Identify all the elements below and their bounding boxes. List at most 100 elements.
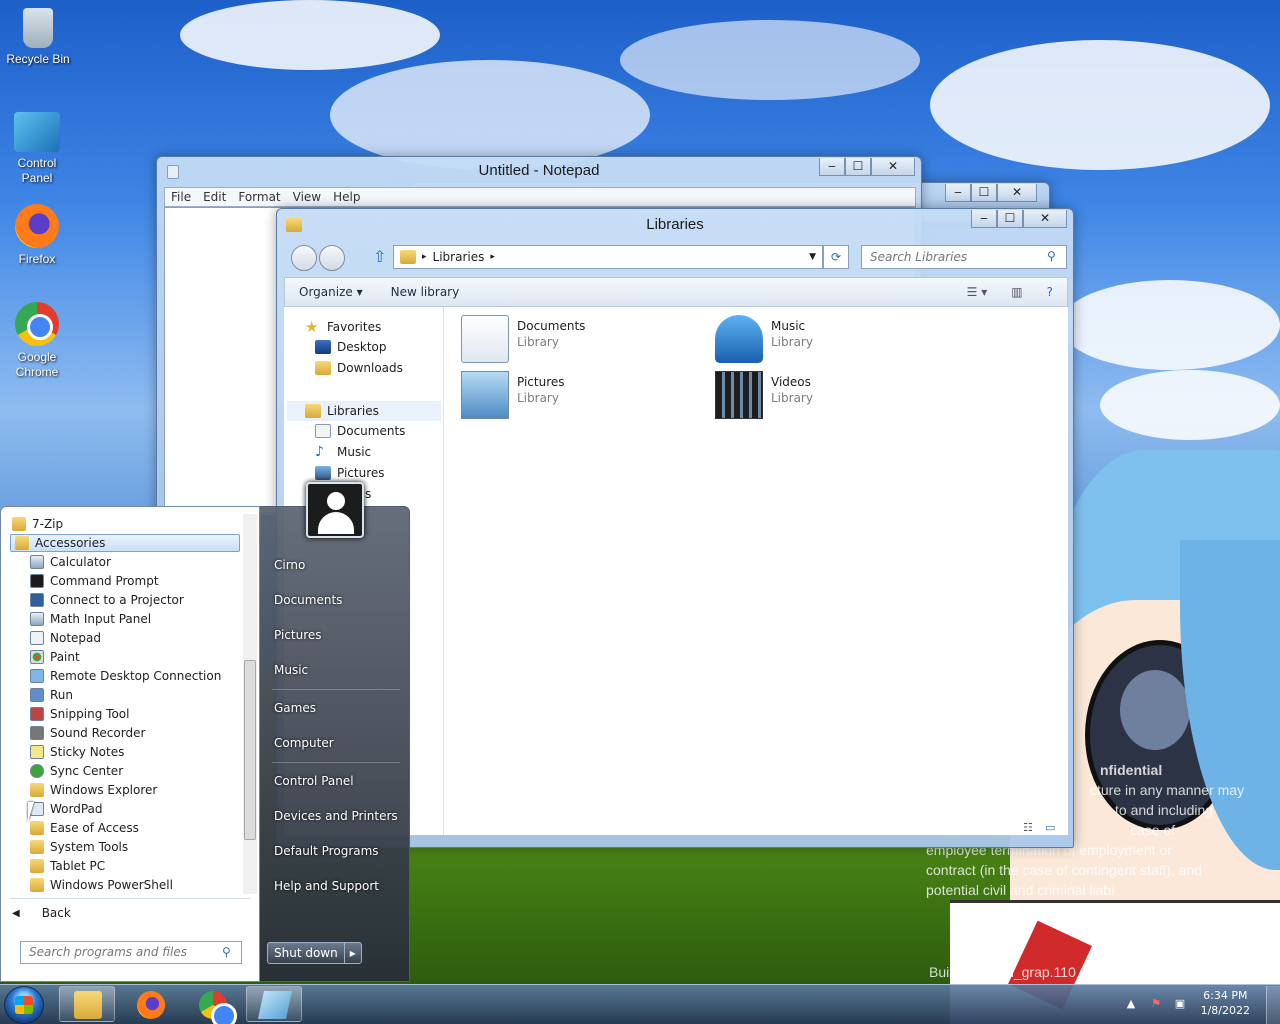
program-accessories-folder[interactable]: Accessories — [10, 534, 240, 552]
program-calculator[interactable]: Calculator — [30, 553, 111, 571]
user-avatar[interactable] — [306, 482, 364, 538]
start-control-panel[interactable]: Control Panel — [274, 774, 354, 788]
refresh-button[interactable]: ⟳ — [823, 245, 849, 269]
menu-view[interactable]: View — [287, 188, 327, 206]
program-math-input-panel[interactable]: Math Input Panel — [30, 610, 151, 628]
start-pictures[interactable]: Pictures — [274, 628, 322, 642]
program-7zip-folder[interactable]: 7-Zip — [12, 515, 63, 533]
program-snipping-tool[interactable]: Snipping Tool — [30, 705, 129, 723]
preview-pane-icon[interactable]: ▥ — [1011, 285, 1022, 299]
desktop-icon-label: Firefox — [18, 252, 56, 266]
nav-music[interactable]: ♪ Music — [315, 445, 371, 459]
library-pictures[interactable]: Pictures Library — [461, 371, 565, 419]
program-remote-desktop[interactable]: Remote Desktop Connection — [30, 667, 221, 685]
taskbar-notepad[interactable] — [246, 986, 302, 1022]
program-command-prompt[interactable]: Command Prompt — [30, 572, 159, 590]
program-system-tools-folder[interactable]: System Tools — [30, 838, 128, 856]
nav-label: Desktop — [337, 340, 387, 354]
tray-expand-icon[interactable]: ▲ — [1123, 996, 1139, 1012]
start-computer[interactable]: Computer — [274, 736, 334, 750]
program-wordpad[interactable]: WordPad — [30, 800, 103, 818]
up-arrow-icon[interactable]: ⇧ — [373, 247, 386, 266]
programs-scroll-thumb[interactable] — [244, 660, 256, 840]
program-connect-projector[interactable]: Connect to a Projector — [30, 591, 184, 609]
start-search-input[interactable]: Search programs and files — [20, 941, 242, 964]
program-paint[interactable]: Paint — [30, 648, 80, 666]
clock[interactable]: 6:34 PM 1/8/2022 — [1201, 988, 1250, 1018]
minimize-button[interactable]: ‒ — [971, 210, 997, 228]
folder-icon — [30, 821, 44, 835]
back-nav-button[interactable] — [291, 245, 317, 271]
shutdown-button[interactable]: Shut down — [268, 943, 344, 963]
program-powershell-folder[interactable]: Windows PowerShell — [30, 876, 173, 894]
taskbar-chrome[interactable] — [184, 986, 240, 1024]
breadcrumb-sep[interactable]: ▸ — [490, 252, 495, 262]
shutdown-options-arrow[interactable]: ▸ — [343, 943, 361, 963]
start-documents[interactable]: Documents — [274, 593, 342, 607]
taskbar-explorer[interactable] — [59, 986, 115, 1022]
network-icon[interactable]: ▣ — [1172, 996, 1188, 1012]
desktop-icon-firefox[interactable]: Firefox — [1, 204, 73, 267]
address-bar[interactable]: ▸ Libraries ▸ ▼ — [393, 245, 823, 269]
back-button[interactable]: ◀ Back — [12, 906, 71, 920]
start-default-programs[interactable]: Default Programs — [274, 844, 379, 858]
forward-nav-button[interactable] — [319, 245, 345, 271]
cloud — [330, 60, 650, 170]
menu-file[interactable]: File — [165, 188, 197, 206]
desktop-icon-chrome[interactable]: Google Chrome — [1, 302, 73, 380]
program-sound-recorder[interactable]: Sound Recorder — [30, 724, 145, 742]
start-music[interactable]: Music — [274, 663, 308, 677]
program-ease-of-access-folder[interactable]: Ease of Access — [30, 819, 139, 837]
minimize-button[interactable]: ‒ — [819, 158, 845, 176]
minimize-button[interactable]: ‒ — [945, 184, 971, 202]
start-help-support[interactable]: Help and Support — [274, 879, 379, 893]
program-windows-explorer[interactable]: Windows Explorer — [30, 781, 157, 799]
menu-edit[interactable]: Edit — [197, 188, 232, 206]
program-run[interactable]: Run — [30, 686, 73, 704]
menu-format[interactable]: Format — [232, 188, 286, 206]
nav-documents[interactable]: Documents — [315, 424, 405, 438]
show-desktop-button[interactable] — [1266, 986, 1280, 1024]
maximize-button[interactable]: ☐ — [845, 158, 871, 176]
nav-favorites[interactable]: ★ Favorites — [305, 319, 381, 335]
close-button[interactable]: ✕ — [1023, 210, 1067, 228]
program-label: System Tools — [50, 840, 129, 854]
nav-libraries[interactable]: Libraries — [287, 401, 441, 421]
desktop-icon-recycle-bin[interactable]: Recycle Bin — [2, 8, 74, 67]
new-library-button[interactable]: New library — [377, 285, 474, 299]
search-input[interactable]: Search Libraries — [861, 245, 1067, 269]
library-music[interactable]: Music Library — [715, 315, 813, 363]
nav-downloads[interactable]: Downloads — [315, 361, 403, 375]
large-icons-view-icon[interactable]: ▭ — [1045, 821, 1055, 834]
help-icon[interactable]: ? — [1047, 285, 1053, 299]
breadcrumb-libraries[interactable]: Libraries — [433, 250, 485, 264]
program-sticky-notes[interactable]: Sticky Notes — [30, 743, 124, 761]
desktop-icon-control-panel[interactable]: Control Panel — [1, 112, 73, 186]
close-button[interactable]: ✕ — [871, 158, 915, 176]
organize-button[interactable]: Organize ▾ — [285, 285, 377, 299]
taskbar-firefox[interactable] — [122, 986, 178, 1022]
program-notepad[interactable]: Notepad — [30, 629, 101, 647]
menu-help[interactable]: Help — [327, 188, 366, 206]
view-options-icon[interactable]: ☰ ▾ — [967, 285, 988, 299]
nav-desktop[interactable]: Desktop — [315, 340, 387, 354]
start-devices-printers[interactable]: Devices and Printers — [274, 809, 398, 823]
program-tablet-pc-folder[interactable]: Tablet PC — [30, 857, 105, 875]
library-documents[interactable]: Documents Library — [461, 315, 585, 363]
start-user-cirno[interactable]: Cirno — [274, 558, 305, 572]
start-games[interactable]: Games — [274, 701, 316, 715]
program-label: Sound Recorder — [50, 726, 146, 740]
nav-pictures[interactable]: Pictures — [315, 466, 385, 480]
back-arrow-icon: ◀ — [12, 907, 20, 919]
maximize-button[interactable]: ☐ — [971, 184, 997, 202]
details-view-icon[interactable]: ☷ — [1023, 821, 1033, 834]
program-label: Sticky Notes — [50, 745, 125, 759]
nav-videos-partial[interactable]: s — [365, 487, 371, 501]
chevron-down-icon[interactable]: ▼ — [809, 252, 816, 262]
maximize-button[interactable]: ☐ — [997, 210, 1023, 228]
program-sync-center[interactable]: Sync Center — [30, 762, 123, 780]
action-center-flag-icon[interactable]: ⚑ — [1148, 996, 1164, 1012]
watermark-build: Build 8064.fbl_grap.110 00.959cf95 — [929, 964, 1150, 980]
close-button[interactable]: ✕ — [997, 184, 1037, 202]
library-videos[interactable]: Videos Library — [715, 371, 813, 419]
